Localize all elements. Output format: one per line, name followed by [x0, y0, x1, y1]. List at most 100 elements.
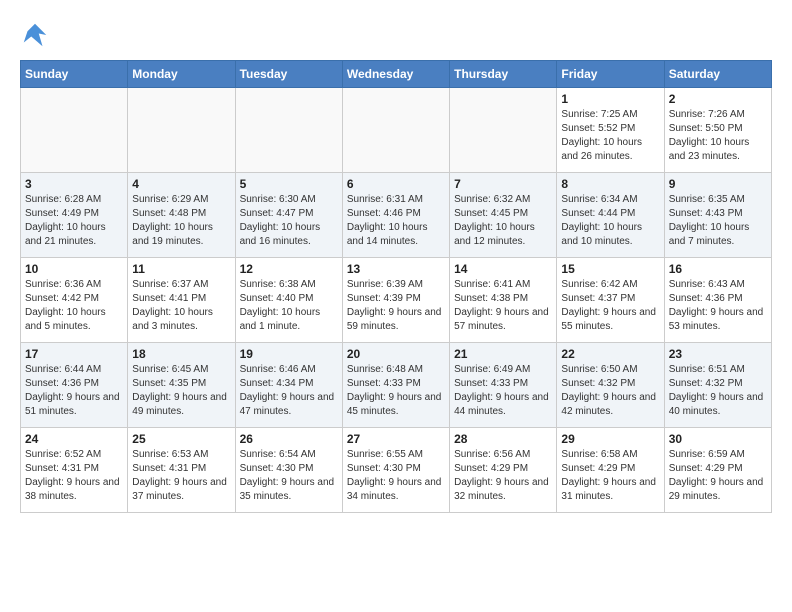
day-number: 6 [347, 177, 445, 191]
day-info: Sunrise: 6:51 AM Sunset: 4:32 PM Dayligh… [669, 363, 767, 419]
calendar-day: 4Sunrise: 6:29 AM Sunset: 4:48 PM Daylig… [128, 173, 235, 258]
calendar-day: 3 Sunrise: 6:28 AM Sunset: 4:49 PM Daylig… [21, 173, 128, 258]
calendar-day: 2 Sunrise: 7:26 AM Sunset: 5:50 PM Daylig… [664, 88, 771, 173]
day-number: 26 [240, 432, 338, 446]
calendar-day [235, 88, 342, 173]
day-info: Sunrise: 6:54 AM Sunset: 4:30 PM Dayligh… [240, 448, 338, 504]
calendar-day: 17 Sunrise: 6:44 AM Sunset: 4:36 PM Dayli… [21, 343, 128, 428]
day-info: Sunrise: 6:58 AM Sunset: 4:29 PM Dayligh… [561, 448, 659, 504]
day-info: Sunrise: 6:28 AM Sunset: 4:49 PM Dayligh… [25, 193, 123, 249]
day-info: Sunrise: 7:25 AM Sunset: 5:52 PM Dayligh… [561, 108, 659, 164]
day-number: 10 [25, 262, 123, 276]
day-info: Sunrise: 6:43 AM Sunset: 4:36 PM Dayligh… [669, 278, 767, 334]
calendar-table: SundayMondayTuesdayWednesdayThursdayFrid… [20, 60, 772, 513]
day-info: Sunrise: 6:52 AM Sunset: 4:31 PM Dayligh… [25, 448, 123, 504]
calendar-day: 13Sunrise: 6:39 AM Sunset: 4:39 PM Dayli… [342, 258, 449, 343]
calendar-day: 6 Sunrise: 6:31 AM Sunset: 4:46 PM Daylig… [342, 173, 449, 258]
day-number: 20 [347, 347, 445, 361]
day-info: Sunrise: 6:59 AM Sunset: 4:29 PM Dayligh… [669, 448, 767, 504]
day-info: Sunrise: 6:32 AM Sunset: 4:45 PM Dayligh… [454, 193, 552, 249]
day-info: Sunrise: 6:39 AM Sunset: 4:39 PM Dayligh… [347, 278, 445, 334]
day-number: 17 [25, 347, 123, 361]
day-number: 23 [669, 347, 767, 361]
day-number: 22 [561, 347, 659, 361]
day-number: 12 [240, 262, 338, 276]
day-info: Sunrise: 6:56 AM Sunset: 4:29 PM Dayligh… [454, 448, 552, 504]
calendar-week-5: 24 Sunrise: 6:52 AM Sunset: 4:31 PM Dayli… [21, 428, 772, 513]
calendar-header-row: SundayMondayTuesdayWednesdayThursdayFrid… [21, 61, 772, 88]
calendar-day: 15 Sunrise: 6:42 AM Sunset: 4:37 PM Dayli… [557, 258, 664, 343]
calendar-week-3: 10 Sunrise: 6:36 AM Sunset: 4:42 PM Dayli… [21, 258, 772, 343]
page-header [20, 20, 772, 50]
day-info: Sunrise: 6:49 AM Sunset: 4:33 PM Dayligh… [454, 363, 552, 419]
calendar-day: 10 Sunrise: 6:36 AM Sunset: 4:42 PM Dayli… [21, 258, 128, 343]
day-info: Sunrise: 6:48 AM Sunset: 4:33 PM Dayligh… [347, 363, 445, 419]
calendar-week-4: 17 Sunrise: 6:44 AM Sunset: 4:36 PM Dayli… [21, 343, 772, 428]
day-number: 3 [25, 177, 123, 191]
day-info: Sunrise: 6:37 AM Sunset: 4:41 PM Dayligh… [132, 278, 230, 334]
day-number: 2 [669, 92, 767, 106]
calendar-day: 27 Sunrise: 6:55 AM Sunset: 4:30 PM Dayli… [342, 428, 449, 513]
calendar-day [450, 88, 557, 173]
calendar-day: 7 Sunrise: 6:32 AM Sunset: 4:45 PM Daylig… [450, 173, 557, 258]
day-number: 24 [25, 432, 123, 446]
day-info: Sunrise: 6:41 AM Sunset: 4:38 PM Dayligh… [454, 278, 552, 334]
calendar-day: 11 Sunrise: 6:37 AM Sunset: 4:41 PM Dayli… [128, 258, 235, 343]
day-header-tuesday: Tuesday [235, 61, 342, 88]
day-number: 19 [240, 347, 338, 361]
day-info: Sunrise: 6:31 AM Sunset: 4:46 PM Dayligh… [347, 193, 445, 249]
calendar-day: 16 Sunrise: 6:43 AM Sunset: 4:36 PM Dayli… [664, 258, 771, 343]
day-header-friday: Friday [557, 61, 664, 88]
calendar-day: 20 Sunrise: 6:48 AM Sunset: 4:33 PM Dayli… [342, 343, 449, 428]
day-number: 15 [561, 262, 659, 276]
calendar-day: 14 Sunrise: 6:41 AM Sunset: 4:38 PM Dayli… [450, 258, 557, 343]
day-info: Sunrise: 6:30 AM Sunset: 4:47 PM Dayligh… [240, 193, 338, 249]
calendar-day: 1 Sunrise: 7:25 AM Sunset: 5:52 PM Daylig… [557, 88, 664, 173]
calendar-day: 12Sunrise: 6:38 AM Sunset: 4:40 PM Dayli… [235, 258, 342, 343]
day-info: Sunrise: 6:42 AM Sunset: 4:37 PM Dayligh… [561, 278, 659, 334]
day-number: 8 [561, 177, 659, 191]
calendar-day: 26 Sunrise: 6:54 AM Sunset: 4:30 PM Dayli… [235, 428, 342, 513]
day-info: Sunrise: 6:34 AM Sunset: 4:44 PM Dayligh… [561, 193, 659, 249]
day-info: Sunrise: 7:26 AM Sunset: 5:50 PM Dayligh… [669, 108, 767, 164]
day-info: Sunrise: 6:53 AM Sunset: 4:31 PM Dayligh… [132, 448, 230, 504]
calendar-day: 9 Sunrise: 6:35 AM Sunset: 4:43 PM Daylig… [664, 173, 771, 258]
calendar-day: 23 Sunrise: 6:51 AM Sunset: 4:32 PM Dayli… [664, 343, 771, 428]
calendar-day: 29 Sunrise: 6:58 AM Sunset: 4:29 PM Dayli… [557, 428, 664, 513]
day-number: 5 [240, 177, 338, 191]
calendar-week-2: 3 Sunrise: 6:28 AM Sunset: 4:49 PM Daylig… [21, 173, 772, 258]
day-header-monday: Monday [128, 61, 235, 88]
day-number: 1 [561, 92, 659, 106]
day-number: 30 [669, 432, 767, 446]
day-header-wednesday: Wednesday [342, 61, 449, 88]
day-info: Sunrise: 6:36 AM Sunset: 4:42 PM Dayligh… [25, 278, 123, 334]
calendar-day: 25 Sunrise: 6:53 AM Sunset: 4:31 PM Dayli… [128, 428, 235, 513]
day-info: Sunrise: 6:46 AM Sunset: 4:34 PM Dayligh… [240, 363, 338, 419]
day-info: Sunrise: 6:55 AM Sunset: 4:30 PM Dayligh… [347, 448, 445, 504]
calendar-week-1: 1 Sunrise: 7:25 AM Sunset: 5:52 PM Daylig… [21, 88, 772, 173]
calendar-day [342, 88, 449, 173]
day-number: 29 [561, 432, 659, 446]
calendar-day: 24 Sunrise: 6:52 AM Sunset: 4:31 PM Dayli… [21, 428, 128, 513]
calendar-day: 5 Sunrise: 6:30 AM Sunset: 4:47 PM Daylig… [235, 173, 342, 258]
calendar-day [128, 88, 235, 173]
day-number: 7 [454, 177, 552, 191]
day-number: 11 [132, 262, 230, 276]
day-number: 14 [454, 262, 552, 276]
day-info: Sunrise: 6:35 AM Sunset: 4:43 PM Dayligh… [669, 193, 767, 249]
calendar-day: 19 Sunrise: 6:46 AM Sunset: 4:34 PM Dayli… [235, 343, 342, 428]
day-number: 25 [132, 432, 230, 446]
day-info: Sunrise: 6:50 AM Sunset: 4:32 PM Dayligh… [561, 363, 659, 419]
day-info: Sunrise: 6:44 AM Sunset: 4:36 PM Dayligh… [25, 363, 123, 419]
logo [20, 20, 54, 50]
day-header-sunday: Sunday [21, 61, 128, 88]
day-number: 16 [669, 262, 767, 276]
calendar-day [21, 88, 128, 173]
calendar-day: 8 Sunrise: 6:34 AM Sunset: 4:44 PM Daylig… [557, 173, 664, 258]
day-number: 18 [132, 347, 230, 361]
day-header-thursday: Thursday [450, 61, 557, 88]
calendar-day: 22 Sunrise: 6:50 AM Sunset: 4:32 PM Dayli… [557, 343, 664, 428]
day-number: 27 [347, 432, 445, 446]
calendar-day: 21Sunrise: 6:49 AM Sunset: 4:33 PM Dayli… [450, 343, 557, 428]
day-number: 9 [669, 177, 767, 191]
